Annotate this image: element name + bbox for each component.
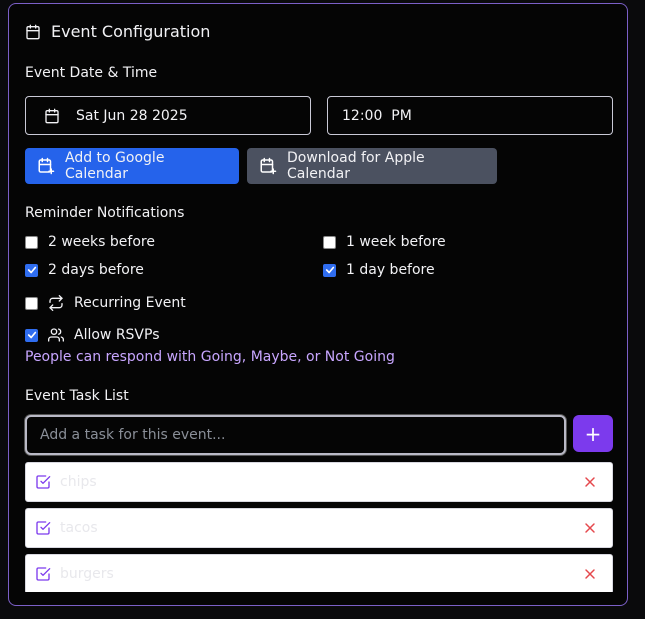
recurring-event-toggle[interactable]: Recurring Event — [25, 295, 186, 311]
calendar-icon — [25, 24, 41, 40]
list-item: burgers — [25, 554, 613, 592]
task-label: tacos — [60, 520, 98, 536]
square-check-icon[interactable] — [35, 566, 51, 582]
add-task-button[interactable]: + — [573, 415, 613, 452]
date-time-label: Event Date & Time — [25, 65, 158, 81]
task-list: chips tacos burgers — [25, 462, 613, 592]
checkbox-checked[interactable] — [323, 263, 336, 277]
reminder-option-label: 1 day before — [346, 262, 435, 278]
event-task-list-label: Event Task List — [25, 388, 129, 404]
checkbox-checked[interactable] — [25, 263, 38, 277]
reminder-notifications-label: Reminder Notifications — [25, 205, 185, 221]
square-check-icon[interactable] — [35, 474, 51, 490]
reminder-option-2-days[interactable]: 2 days before — [25, 262, 144, 278]
repeat-icon — [48, 295, 64, 311]
download-apple-calendar-button[interactable]: Download for Apple Calendar — [247, 148, 497, 184]
recurring-event-label: Recurring Event — [74, 295, 186, 311]
page-title: Event Configuration — [51, 22, 211, 41]
list-item: tacos — [25, 508, 613, 548]
checkbox-unchecked[interactable] — [25, 296, 38, 310]
allow-rsvps-label: Allow RSVPs — [74, 327, 160, 343]
date-picker-field[interactable]: Sat Jun 28 2025 — [25, 96, 311, 135]
reminder-option-label: 2 days before — [48, 262, 144, 278]
reminder-option-1-day[interactable]: 1 day before — [323, 262, 435, 278]
task-input[interactable] — [38, 426, 564, 444]
list-item: chips — [25, 462, 613, 502]
plus-icon: + — [584, 421, 602, 446]
x-icon[interactable] — [582, 520, 598, 536]
task-input-wrapper — [25, 415, 566, 455]
allow-rsvps-toggle[interactable]: Allow RSVPs — [25, 327, 160, 343]
panel-header: Event Configuration — [25, 22, 210, 41]
reminder-option-label: 2 weeks before — [48, 234, 155, 250]
reminder-option-label: 1 week before — [346, 234, 446, 250]
task-label: burgers — [60, 566, 114, 582]
reminder-option-1-week[interactable]: 1 week before — [323, 234, 446, 250]
checkbox-unchecked[interactable] — [25, 235, 38, 249]
x-icon[interactable] — [582, 474, 598, 490]
add-to-google-calendar-button[interactable]: Add to Google Calendar — [25, 148, 239, 184]
x-icon[interactable] — [582, 566, 598, 582]
checkbox-checked[interactable] — [25, 328, 38, 342]
reminder-option-2-weeks[interactable]: 2 weeks before — [25, 234, 155, 250]
google-button-label: Add to Google Calendar — [65, 150, 165, 182]
calendar-icon — [44, 108, 60, 124]
event-configuration-panel: Event Configuration Event Date & Time Sa… — [8, 3, 628, 606]
date-value: Sat Jun 28 2025 — [76, 107, 188, 124]
rsvp-helper-text: People can respond with Going, Maybe, or… — [25, 349, 395, 365]
square-check-icon[interactable] — [35, 520, 51, 536]
checkbox-unchecked[interactable] — [323, 235, 336, 249]
time-picker-field[interactable]: 12:00 PM — [327, 96, 613, 135]
task-label: chips — [60, 474, 97, 490]
calendar-plus-icon — [37, 157, 55, 175]
users-icon — [48, 327, 64, 343]
apple-button-label: Download for Apple Calendar — [287, 150, 425, 182]
time-value: 12:00 PM — [342, 107, 412, 124]
calendar-plus-icon — [259, 157, 277, 175]
